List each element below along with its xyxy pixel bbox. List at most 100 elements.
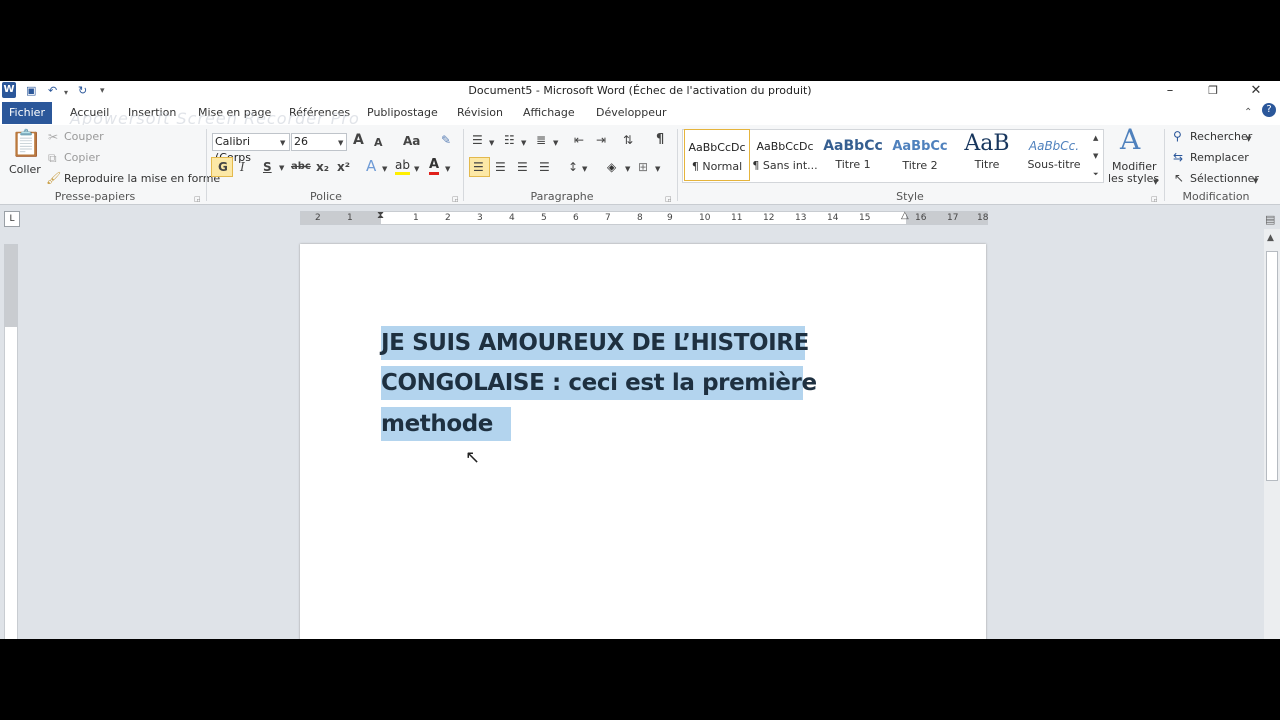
change-case-icon[interactable]: Aa (403, 134, 420, 148)
vertical-scrollbar[interactable]: ▲ (1264, 229, 1280, 639)
align-center-icon[interactable]: ☰ (495, 160, 506, 174)
grow-font-icon[interactable]: A (353, 133, 364, 147)
strikethrough-button[interactable]: abc (291, 160, 311, 174)
tab-affichage[interactable]: Affichage (523, 106, 575, 119)
style-name: Sous-titre (1027, 158, 1081, 171)
group-divider (1164, 129, 1165, 201)
tab-selector-icon[interactable]: L (4, 211, 20, 227)
style-sample: AaBbCc (823, 138, 883, 154)
styles-scroll-up-icon[interactable]: ▲ (1093, 131, 1098, 145)
style-normal[interactable]: AaBbCcDc ¶ Normal (684, 129, 750, 181)
subscript-button[interactable]: x₂ (316, 160, 329, 174)
font-color-dropdown-icon[interactable]: ▼ (445, 162, 450, 176)
paste-icon[interactable]: 📋 (10, 129, 42, 159)
increase-indent-icon[interactable]: ⇥ (596, 133, 606, 147)
paste-button[interactable]: Coller (9, 163, 41, 176)
decrease-indent-icon[interactable]: ⇤ (574, 133, 584, 147)
styles-group-label: Style (896, 190, 924, 203)
style-heading-2[interactable]: AaBbCc Titre 2 (887, 129, 953, 181)
underline-button[interactable]: S (263, 160, 272, 174)
line-spacing-icon[interactable]: ↕ (568, 160, 578, 174)
horizontal-ruler[interactable]: 2 1 ⧗ 1 2 3 4 5 6 7 8 9 10 11 12 13 14 1… (300, 209, 988, 225)
clear-formatting-icon[interactable]: ✎ (441, 133, 451, 147)
sort-icon[interactable]: ⇅ (623, 133, 633, 147)
align-right-icon[interactable]: ☰ (517, 160, 528, 174)
selected-text-line-1[interactable]: JE SUIS AMOUREUX DE L’HISTOIRE (381, 326, 809, 360)
shrink-font-icon[interactable]: A (374, 136, 383, 150)
tab-developpeur[interactable]: Développeur (596, 106, 667, 119)
bullets-dropdown-icon[interactable]: ▼ (489, 136, 494, 150)
style-sample: AaBbCc (892, 139, 948, 154)
text-effects-icon[interactable]: A (366, 159, 376, 174)
multilevel-dropdown-icon[interactable]: ▼ (553, 136, 558, 150)
ruler-number: 4 (509, 213, 515, 223)
view-ruler-icon[interactable]: ▤ (1265, 213, 1275, 227)
font-name-dropdown-icon[interactable]: ▼ (280, 136, 285, 150)
change-styles-dropdown-icon[interactable]: ▼ (1153, 175, 1158, 189)
font-group-label: Police (310, 190, 342, 203)
shading-dropdown-icon[interactable]: ▼ (625, 162, 630, 176)
highlight-icon[interactable]: ab (395, 158, 410, 175)
text-effects-dropdown-icon[interactable]: ▼ (382, 162, 387, 176)
document-page[interactable]: JE SUIS AMOUREUX DE L’HISTOIRE CONGOLAIS… (300, 244, 986, 639)
change-styles-label-2[interactable]: les styles (1108, 172, 1159, 185)
bold-button[interactable]: G (218, 160, 228, 174)
style-subtitle[interactable]: AaBbCc. Sous-titre (1021, 129, 1087, 181)
selected-text-line-3[interactable]: methode (381, 407, 511, 441)
font-name-field[interactable]: Calibri (Corps (212, 133, 290, 164)
tab-fichier[interactable]: Fichier (2, 102, 52, 124)
show-formatting-icon[interactable]: ¶ (656, 133, 664, 147)
find-dropdown-icon[interactable]: ▼ (1246, 132, 1251, 146)
numbering-icon[interactable]: ☷ (504, 133, 515, 147)
style-heading-1[interactable]: AaBbCc Titre 1 (820, 129, 886, 181)
font-launcher-icon[interactable]: ◲ (452, 192, 459, 206)
align-left-icon[interactable]: ☰ (473, 160, 484, 174)
styles-launcher-icon[interactable]: ◲ (1151, 192, 1158, 206)
style-name: Titre (974, 158, 1000, 171)
close-button[interactable]: ✕ (1241, 82, 1271, 100)
font-size-dropdown-icon[interactable]: ▼ (338, 136, 343, 150)
superscript-button[interactable]: x² (337, 160, 350, 174)
format-painter-button[interactable]: Reproduire la mise en forme (64, 172, 220, 185)
justify-icon[interactable]: ☰ (539, 160, 550, 174)
restore-button[interactable]: ❐ (1198, 82, 1228, 100)
underline-dropdown-icon[interactable]: ▼ (279, 161, 284, 175)
minimize-ribbon-icon[interactable]: ⌃ (1244, 107, 1252, 118)
selected-text-line-2[interactable]: CONGOLAISE : ceci est la première (381, 366, 817, 400)
italic-button[interactable]: I (240, 160, 245, 174)
help-icon[interactable]: ? (1262, 103, 1276, 117)
replace-button[interactable]: Remplacer (1190, 151, 1249, 164)
cut-button[interactable]: Couper (64, 130, 104, 143)
highlight-dropdown-icon[interactable]: ▼ (414, 162, 419, 176)
minimize-button[interactable]: – (1155, 82, 1185, 100)
find-button[interactable]: Rechercher (1190, 130, 1252, 143)
bullets-icon[interactable]: ☰ (472, 133, 483, 147)
select-button[interactable]: Sélectionner (1190, 172, 1259, 185)
borders-icon[interactable]: ⊞ (638, 160, 648, 174)
clipboard-launcher-icon[interactable]: ◲ (194, 192, 201, 206)
right-indent-marker-icon[interactable]: △ (901, 209, 909, 223)
styles-scroll-down-icon[interactable]: ▼ (1093, 149, 1098, 163)
styles-more-icon[interactable]: ⏷ (1093, 167, 1099, 181)
vertical-ruler[interactable] (4, 244, 18, 639)
change-styles-icon[interactable]: A (1120, 125, 1140, 155)
copy-icon: ⧉ (48, 151, 57, 165)
scrollbar-thumb[interactable] (1266, 251, 1278, 481)
font-color-icon[interactable]: A (429, 158, 440, 175)
style-title[interactable]: AaB Titre (954, 129, 1020, 181)
numbering-dropdown-icon[interactable]: ▼ (521, 136, 526, 150)
style-no-spacing[interactable]: AaBbCcDc ¶ Sans int... (752, 129, 818, 181)
copy-button[interactable]: Copier (64, 151, 100, 164)
find-icon: ⚲ (1173, 129, 1182, 143)
scroll-up-icon[interactable]: ▲ (1267, 233, 1274, 243)
tab-revision[interactable]: Révision (457, 106, 503, 119)
borders-dropdown-icon[interactable]: ▼ (655, 162, 660, 176)
paragraph-launcher-icon[interactable]: ◲ (665, 192, 672, 206)
tab-publipostage[interactable]: Publipostage (367, 106, 438, 119)
multilevel-list-icon[interactable]: ≣ (536, 133, 546, 147)
line-spacing-dropdown-icon[interactable]: ▼ (582, 162, 587, 176)
shading-icon[interactable]: ◈ (607, 160, 616, 174)
select-dropdown-icon[interactable]: ▼ (1253, 174, 1258, 188)
ruler-number: 13 (795, 213, 807, 223)
indent-marker-icon[interactable]: ⧗ (377, 209, 384, 223)
